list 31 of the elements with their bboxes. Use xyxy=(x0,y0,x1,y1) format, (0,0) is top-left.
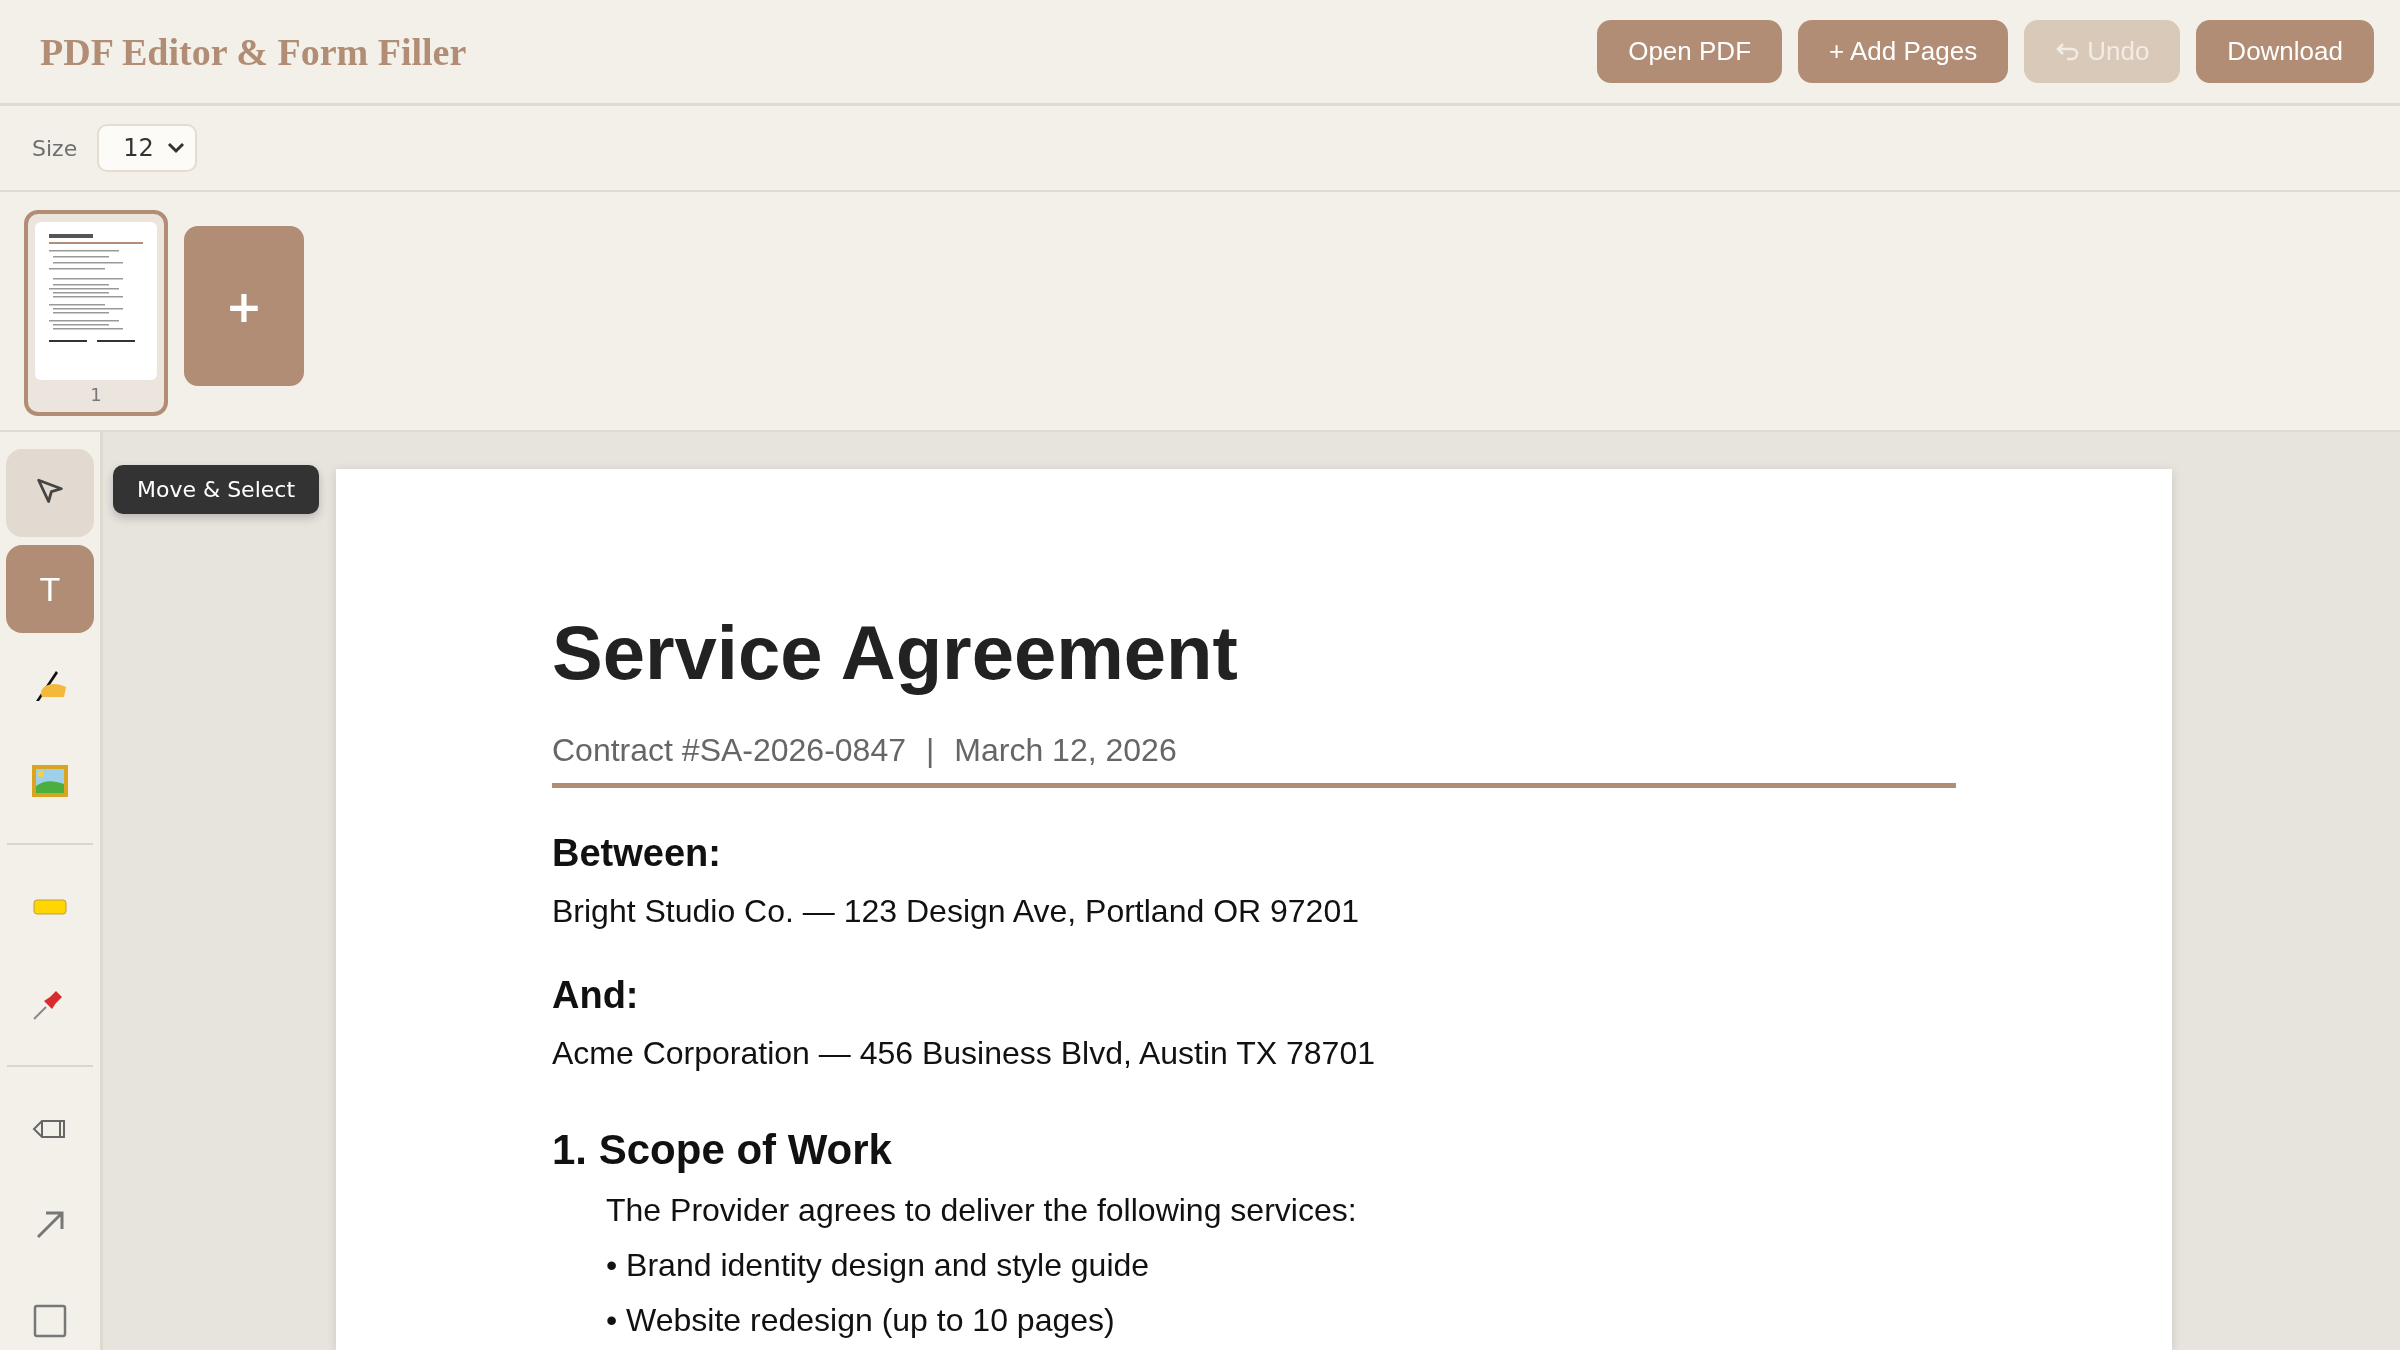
paragraph: The Provider agrees to deliver the following services: xyxy=(606,1192,1358,1229)
party-address: Acme Corporation — 456 Business Blvd, Austin TX 78701 xyxy=(552,1035,1376,1072)
undo-icon xyxy=(2055,41,2080,62)
party-heading: Between: xyxy=(552,832,722,875)
arrow-icon xyxy=(34,1209,66,1241)
chevron-icon xyxy=(167,142,186,154)
tool-button[interactable]: T xyxy=(6,545,94,633)
party-address: Bright Studio Co. — 123 Design Ave, Portland OR 97201 xyxy=(552,893,1360,930)
separator: | xyxy=(926,732,935,769)
bullet-item: • Brand identity design and style guide xyxy=(606,1247,1151,1284)
tooltip: Move & Select xyxy=(113,465,319,514)
document-title: Service Agreement xyxy=(552,609,1239,696)
tool-button[interactable] xyxy=(6,449,94,537)
party-heading: And: xyxy=(552,974,640,1017)
bullet-item: • Website redesign (up to 10 pages) xyxy=(606,1302,1116,1339)
page-number: 1 xyxy=(90,384,102,405)
rectangle-icon xyxy=(33,1304,67,1338)
toolbar-button[interactable]: + Add Pages xyxy=(1798,20,2009,83)
contract-number: Contract #SA-2026-0847 xyxy=(552,732,906,769)
framed-picture-icon xyxy=(31,764,69,798)
highlighter-icon xyxy=(33,899,67,915)
size-select[interactable]: 12 xyxy=(97,124,198,172)
contract-date: March 12, 2026 xyxy=(954,732,1177,769)
page-thumbnail[interactable]: 1 xyxy=(24,210,168,416)
toolbar-button[interactable]: Download xyxy=(2196,20,2374,83)
size-label: Size xyxy=(32,135,78,161)
app-title: PDF Editor & Form Filler xyxy=(40,29,467,74)
section-heading: 1. Scope of Work xyxy=(552,1126,893,1174)
pencil-icon xyxy=(32,1118,68,1140)
toolbar-button[interactable]: Open PDF xyxy=(1597,20,1782,83)
add-page-button[interactable]: + xyxy=(184,226,304,386)
